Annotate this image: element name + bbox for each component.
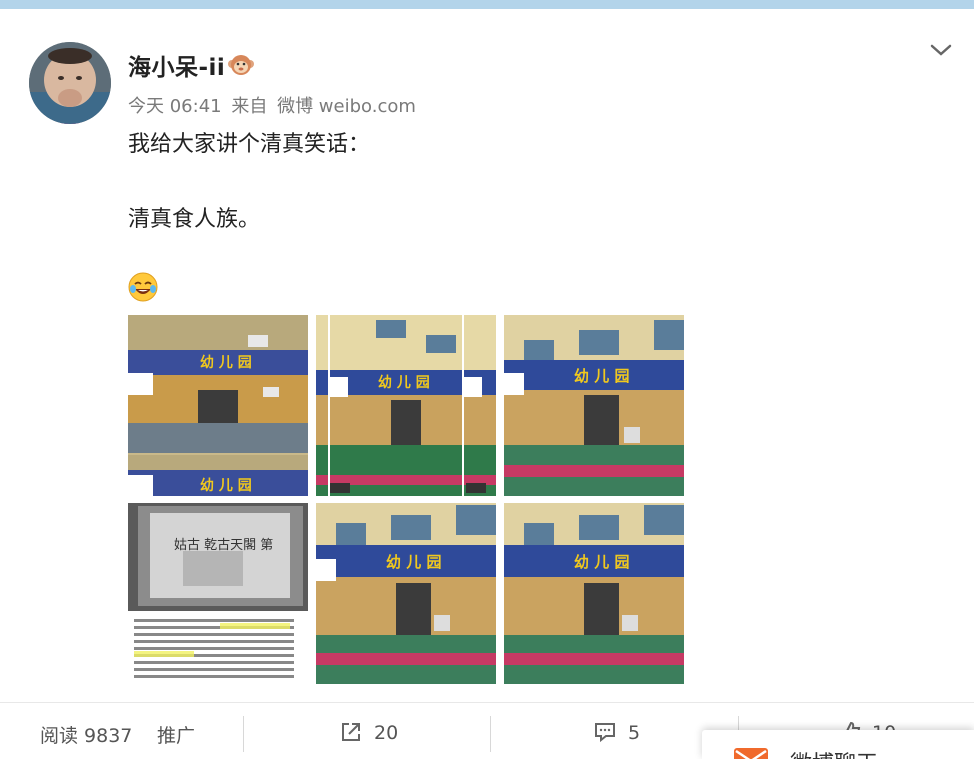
image-grid: 幼 儿 园 幼 儿 园 幼 儿 园 幼 儿 园 姑古 乾古天閣 第 幼 儿 园 … [128,315,686,687]
post-text-line-1: 我给大家讲个清真笑话： [128,132,371,157]
footer-separator [243,716,244,752]
chat-mail-icon [734,748,768,759]
post-image-6[interactable]: 幼 儿 园 [504,503,684,684]
weibo-chat-panel[interactable]: 微博聊天 [702,730,974,759]
kindergarten-sign-1b: 幼 儿 园 [200,477,252,494]
weibo-chat-label: 微博聊天 [790,746,878,759]
kindergarten-sign-5: 幼 儿 园 [386,553,441,571]
comment-icon [595,723,615,743]
footer-separator [490,716,491,752]
comment-button[interactable]: 5 [594,721,640,744]
laughing-crying-emoji-icon [128,272,158,302]
post-time[interactable]: 今天 06:41 [128,96,222,117]
sign-text: 姑古 乾古天閣 第 [174,538,273,553]
post-image-5[interactable]: 幼 儿 园 [316,503,496,684]
kindergarten-sign-6: 幼 儿 园 [574,553,629,571]
read-count: 阅读 9837 [40,725,133,747]
post-image-3[interactable]: 幼 儿 园 [504,315,684,496]
post-source[interactable]: 微博 weibo.com [277,96,416,117]
source-prefix: 来自 [231,96,268,117]
share-count: 20 [374,722,399,744]
share-icon [342,723,360,741]
monkey-badge-icon[interactable] [227,51,255,79]
post-image-1[interactable]: 幼 儿 园 幼 儿 园 [128,315,308,496]
footer-divider [0,702,974,703]
chevron-down-icon[interactable] [928,40,954,60]
post-meta: 今天 06:41 来自 微博 weibo.com [128,92,420,118]
comment-count: 5 [628,722,641,744]
username[interactable]: 海小呆-ii [128,48,225,82]
share-button[interactable]: 20 [340,721,398,744]
post-text-line-2: 清真食人族。 [128,207,261,232]
kindergarten-sign-1: 幼 儿 园 [200,354,252,371]
promote-button[interactable]: 推广 [157,721,195,748]
post-image-4[interactable]: 姑古 乾古天閣 第 [128,503,308,684]
kindergarten-sign-3: 幼 儿 园 [574,367,629,385]
avatar[interactable] [29,42,111,124]
top-accent-bar [0,0,974,9]
post-image-2[interactable]: 幼 儿 园 [316,315,496,496]
kindergarten-sign-2: 幼 儿 园 [378,374,430,391]
